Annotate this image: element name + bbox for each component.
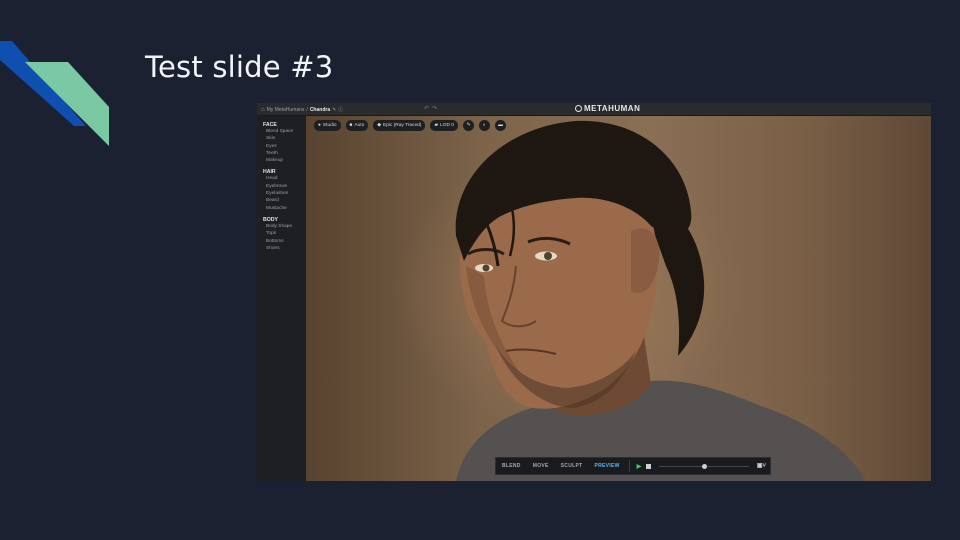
sidebar-item-tops[interactable]: Tops [263,230,306,237]
film-icon[interactable]: ▣˅ [757,462,766,469]
quality-icon: ◆ [377,123,381,128]
metahuman-app-screenshot: ⌂ My MetaHumans / Chandra ✎ ⓘ ↶↷ METAHUM… [257,103,931,481]
sidebar-item-mustache[interactable]: Mustache [263,205,306,212]
lod-pill[interactable]: ▰ LOD 0 [430,120,458,131]
sidebar-item-teeth[interactable]: Teeth [263,150,306,157]
screen-button[interactable]: ▬ [494,120,506,131]
dna-button[interactable]: ◐ [478,120,490,131]
quality-pill[interactable]: ◆ Epic (Ray Traced) [373,120,426,131]
sidebar: FACE Blend Space Skin Eyes Teeth Makeup … [257,116,306,481]
corner-decoration [0,41,109,146]
sidebar-item-beard[interactable]: Beard [263,197,306,204]
info-icon[interactable]: ⓘ [338,106,343,113]
edit-icon[interactable]: ✎ [332,107,336,113]
redo-icon[interactable]: ↷ [432,106,440,112]
sidebar-item-makeup[interactable]: Makeup [263,157,306,164]
home-icon[interactable]: ⌂ [261,107,265,113]
camera-pill[interactable]: ■ Auto [345,120,369,131]
lighting-label: Studio [322,123,337,128]
sidebar-item-eyes[interactable]: Eyes [263,143,306,150]
brush-icon: ✎ [466,123,471,128]
toolbar-divider [628,460,630,472]
breadcrumb-current: Chandra [309,106,331,113]
slide-title: Test slide #3 [145,50,334,84]
mode-toolbar: BLEND MOVE SCULPT PREVIEW ▶ ▣˅ [495,457,771,475]
mode-blend[interactable]: BLEND [496,463,527,469]
breadcrumb-separator: / [306,106,308,113]
quality-label: Epic (Ray Traced) [383,123,422,128]
sidebar-item-skin[interactable]: Skin [263,135,306,142]
mode-preview[interactable]: PREVIEW [588,463,625,469]
metahuman-logo-icon [575,105,582,112]
sidebar-item-shoes[interactable]: Shoes [263,245,306,252]
breadcrumb: ⌂ My MetaHumans / Chandra ✎ ⓘ [261,106,343,114]
sidebar-item-bottoms[interactable]: Bottoms [263,238,306,245]
breadcrumb-root[interactable]: My MetaHumans [267,107,305,113]
camera-label: Auto [354,123,365,128]
character-portrait [455,120,866,481]
sidebar-item-head[interactable]: Head [263,175,306,182]
mode-sculpt[interactable]: SCULPT [555,463,589,469]
screen-icon: ▬ [498,123,503,128]
sidebar-item-eyelashes[interactable]: Eyelashes [263,190,306,197]
undo-icon[interactable]: ↶ [424,106,432,112]
camera-icon: ■ [349,123,353,128]
viewport-settings-bar: ● Studio ■ Auto ◆ Epic (Ray Traced) ▰ LOD 0 … [314,120,506,131]
lighting-pill[interactable]: ● Studio [314,120,341,131]
brand-name: METAHUMAN [584,104,641,113]
dna-icon: ◐ [483,123,486,128]
brand-logo: METAHUMAN [575,104,640,113]
mode-move[interactable]: MOVE [527,463,555,469]
sidebar-item-body-shape[interactable]: Body Shape [263,223,306,230]
lod-label: LOD 0 [440,123,454,128]
3d-viewport[interactable]: ● Studio ■ Auto ◆ Epic (Ray Traced) ▰ LOD 0 … [306,116,931,481]
lod-icon: ▰ [434,123,439,128]
timeline-scrubber[interactable] [702,464,707,469]
sidebar-item-blend-space[interactable]: Blend Space [263,128,306,135]
brush-button[interactable]: ✎ [462,120,474,131]
undo-redo: ↶↷ [424,105,440,112]
sidebar-item-eyebrows[interactable]: Eyebrows [263,183,306,190]
lightbulb-icon: ● [318,123,321,128]
stop-icon[interactable] [646,463,652,469]
app-topbar: ⌂ My MetaHumans / Chandra ✎ ⓘ ↶↷ METAHUM… [257,103,931,116]
play-icon[interactable]: ▶ [637,463,642,470]
